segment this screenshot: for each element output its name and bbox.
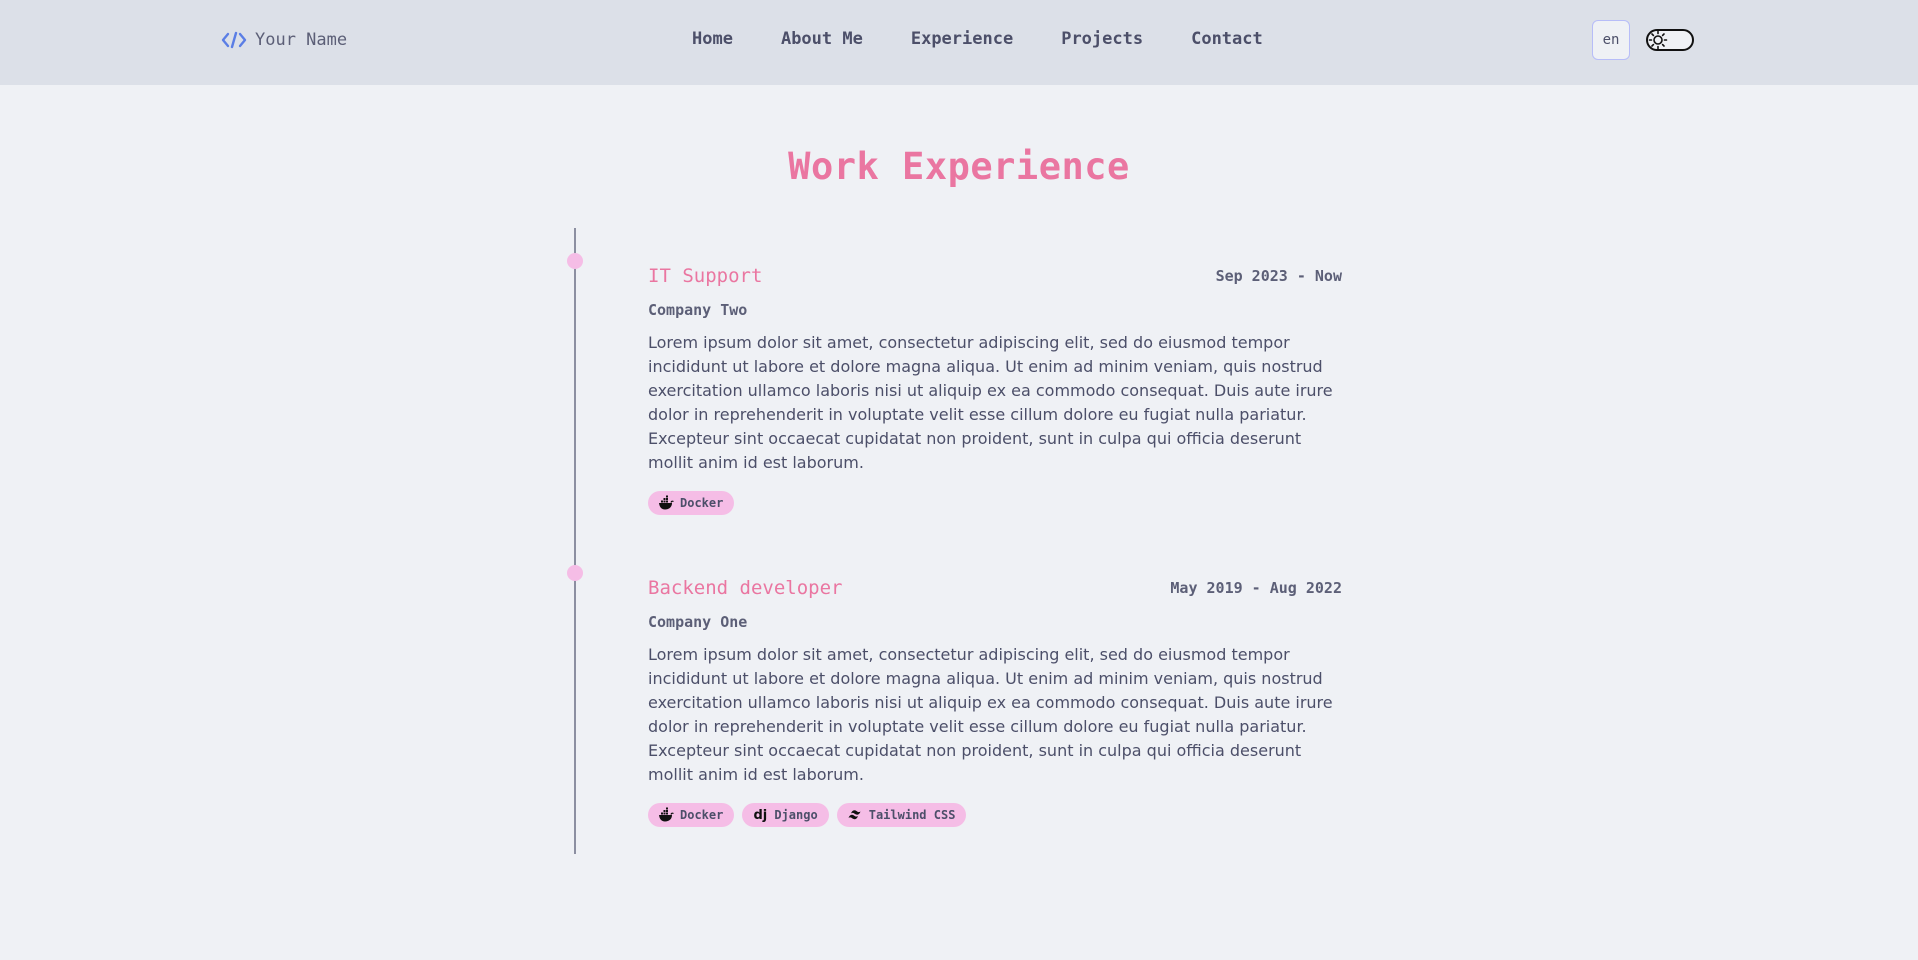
company-name: Company Two [648, 301, 748, 319]
timeline-line [574, 228, 576, 854]
experience-item: Backend developer May 2019 - Aug 2022 Co… [648, 577, 1342, 827]
job-date: Sep 2023 - Now [1215, 267, 1342, 285]
tech-tag-label: Django [774, 808, 818, 822]
tech-tag-django: dj Django [742, 803, 829, 827]
tech-tag-label: Tailwind CSS [868, 808, 956, 822]
tech-tag-label: Docker [680, 808, 724, 822]
django-icon: dj [753, 807, 768, 823]
tech-tag-tailwind-css: Tailwind CSS [836, 803, 967, 827]
company-name: Company One [648, 613, 748, 631]
brand-name: Your Name [255, 30, 348, 50]
docker-icon [658, 495, 674, 511]
nav-projects[interactable]: Projects [1061, 29, 1143, 49]
tailwind-icon [847, 807, 863, 823]
job-date: May 2019 - Aug 2022 [1170, 579, 1342, 597]
nav-about-me[interactable]: About Me [781, 29, 863, 49]
tech-tag-docker: Docker [648, 491, 735, 515]
tech-tags: Docker [648, 491, 1342, 515]
job-description: Lorem ipsum dolor sit amet, consectetur … [648, 333, 1333, 472]
section-title: Work Experience [788, 145, 1130, 188]
code-icon [221, 30, 247, 50]
docker-icon [658, 807, 674, 823]
experience-item: IT Support Sep 2023 - Now Company Two Lo… [648, 265, 1342, 515]
job-title: Backend developer [648, 577, 843, 599]
tech-tag-docker: Docker [648, 803, 735, 827]
timeline-dot [567, 253, 583, 269]
tech-tag-label: Docker [680, 496, 724, 510]
job-title: IT Support [648, 265, 763, 287]
main-nav: Home About Me Experience Projects Contac… [692, 29, 1263, 49]
job-description: Lorem ipsum dolor sit amet, consectetur … [648, 645, 1333, 784]
nav-experience[interactable]: Experience [911, 29, 1013, 49]
timeline-dot [567, 565, 583, 581]
language-button[interactable]: en [1592, 20, 1630, 60]
brand-link[interactable]: Your Name [221, 28, 347, 52]
nav-home[interactable]: Home [692, 29, 733, 49]
sun-icon [1648, 30, 1668, 50]
nav-contact[interactable]: Contact [1191, 29, 1263, 49]
language-label: en [1602, 32, 1620, 48]
tech-tags: Docker dj Django Tailwind CSS [648, 803, 1342, 827]
navbar: Your Name Home About Me Experience Proje… [0, 0, 1918, 85]
theme-toggle[interactable] [1646, 29, 1694, 51]
